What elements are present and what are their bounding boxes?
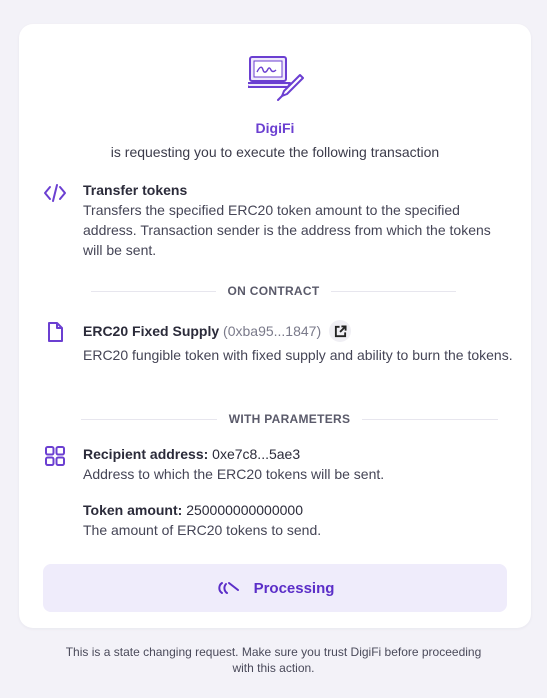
contract-address: (0xba95...1847) bbox=[223, 323, 322, 339]
footer-warning: This is a state changing request. Make s… bbox=[65, 645, 482, 675]
token-amount-value: 250000000000000 bbox=[186, 502, 303, 518]
external-link-button[interactable] bbox=[329, 320, 352, 343]
spinner-icon bbox=[217, 582, 239, 594]
token-amount-description: The amount of ERC20 tokens to send. bbox=[83, 522, 322, 538]
parameter-item: Token amount: 250000000000000 The amount… bbox=[83, 500, 513, 540]
contract-name: ERC20 Fixed Supply bbox=[83, 323, 220, 339]
recipient-address-label: Recipient address: bbox=[83, 446, 209, 462]
app-name: DigiFi bbox=[255, 120, 295, 136]
external-link-icon bbox=[334, 325, 347, 337]
transaction-card: DigiFi is requesting you to execute the … bbox=[19, 24, 531, 628]
processing-button[interactable]: Processing bbox=[43, 564, 507, 612]
code-icon bbox=[44, 184, 66, 202]
method-description: Transfers the specified ERC20 token amou… bbox=[83, 202, 491, 258]
grid-icon bbox=[45, 446, 65, 466]
recipient-address-value: 0xe7c8...5ae3 bbox=[212, 446, 301, 462]
recipient-address-description: Address to which the ERC20 tokens will b… bbox=[83, 466, 385, 482]
parameter-item: Recipient address: 0xe7c8...5ae3 Address… bbox=[83, 444, 513, 484]
on-contract-label: ON CONTRACT bbox=[227, 284, 320, 298]
processing-label: Processing bbox=[253, 579, 335, 597]
contract-title-row: ERC20 Fixed Supply (0xba95...1847) bbox=[83, 320, 513, 343]
contract-description: ERC20 fungible token with fixed supply a… bbox=[83, 347, 513, 364]
with-parameters-divider: WITH PARAMETERS bbox=[81, 411, 499, 427]
with-parameters-label: WITH PARAMETERS bbox=[228, 412, 351, 426]
token-amount-label: Token amount: bbox=[83, 502, 183, 518]
contract-block: ERC20 Fixed Supply (0xba95...1847) ERC20… bbox=[83, 320, 513, 365]
on-contract-divider: ON CONTRACT bbox=[91, 283, 456, 299]
laptop-signature-icon bbox=[248, 56, 304, 101]
document-icon bbox=[48, 322, 63, 342]
method-title: Transfer tokens bbox=[83, 182, 188, 198]
method-block: Transfer tokens Transfers the specified … bbox=[83, 180, 513, 260]
request-subtitle: is requesting you to execute the followi… bbox=[110, 144, 440, 160]
